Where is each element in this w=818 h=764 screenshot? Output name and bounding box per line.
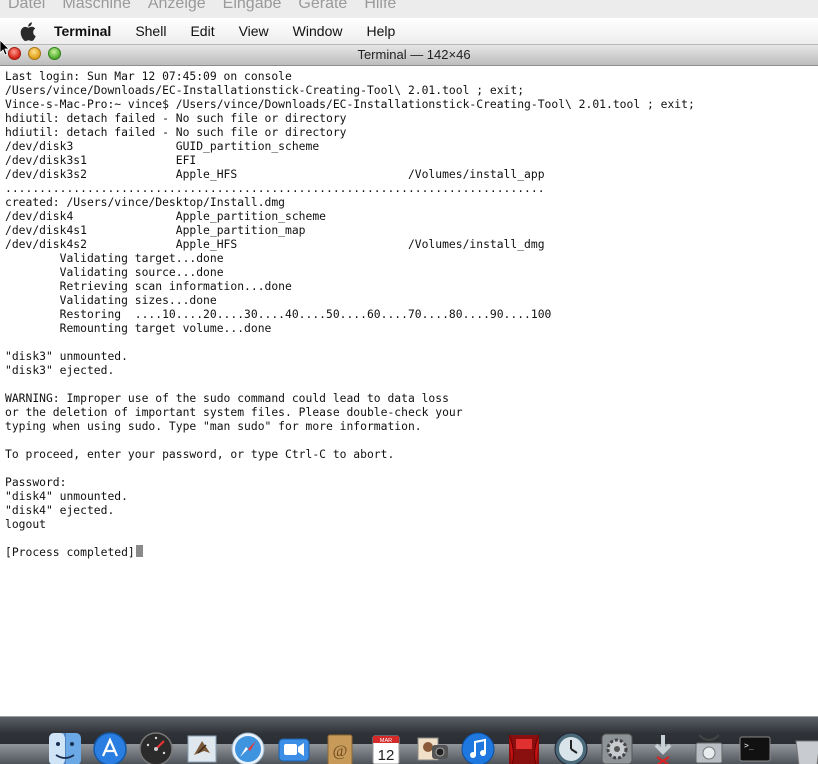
terminal-line: ........................................…: [5, 181, 545, 195]
system-preferences-icon[interactable]: [599, 731, 635, 764]
terminal-line: created: /Users/vince/Desktop/Install.dm…: [5, 195, 286, 209]
terminal-line: WARNING: Improper use of the sudo comman…: [5, 391, 449, 405]
mouse-pointer-icon: [0, 40, 10, 56]
terminal-line: /dev/disk3 GUID_partition_scheme: [5, 139, 320, 153]
menu-edit[interactable]: Edit: [190, 23, 214, 39]
terminal-line: Restoring ....10....20....30....40....50…: [5, 307, 552, 321]
terminal-view[interactable]: Last login: Sun Mar 12 07:45:09 on conso…: [0, 66, 818, 716]
photo-booth-icon[interactable]: [414, 731, 450, 764]
trash-icon[interactable]: [790, 731, 818, 764]
facetime-icon[interactable]: [276, 731, 312, 764]
terminal-line: hdiutil: detach failed - No such file or…: [5, 111, 347, 125]
terminal-line: logout: [5, 517, 46, 531]
host-menu-bar: Datei Maschine Anzeige Eingabe Geräte Hi…: [0, 0, 818, 18]
terminal-line: Retrieving scan information...done: [5, 279, 292, 293]
terminal-line: Validating target...done: [5, 251, 224, 265]
ical-day: 12: [378, 747, 395, 764]
terminal-line: To proceed, enter your password, or type…: [5, 447, 395, 461]
host-menu-hilfe[interactable]: Hilfe: [364, 0, 396, 13]
svg-text:>_: >_: [744, 741, 754, 750]
menu-window[interactable]: Window: [293, 23, 343, 39]
terminal-line: or the deletion of important system file…: [5, 405, 463, 419]
terminal-line: Vince-s-Mac-Pro:~ vince$ /Users/vince/Do…: [5, 97, 695, 111]
menu-bar: Terminal Shell Edit View Window Help: [0, 18, 818, 45]
terminal-line: hdiutil: detach failed - No such file or…: [5, 125, 347, 139]
menu-help[interactable]: Help: [366, 23, 395, 39]
menu-shell[interactable]: Shell: [135, 23, 166, 39]
terminal-line: Validating sizes...done: [5, 293, 217, 307]
svg-text:@: @: [333, 743, 348, 760]
downloads-stack-icon[interactable]: [645, 731, 681, 764]
host-menu-datei[interactable]: Datei: [8, 0, 45, 13]
menu-terminal[interactable]: Terminal: [54, 23, 111, 39]
ical-icon[interactable]: MAR 12: [368, 731, 404, 764]
host-menu-eingabe[interactable]: Eingabe: [223, 0, 282, 13]
mail-icon[interactable]: [184, 731, 220, 764]
apple-menu-icon[interactable]: [18, 21, 38, 41]
terminal-line: "disk3" ejected.: [5, 363, 115, 377]
terminal-output: Last login: Sun Mar 12 07:45:09 on conso…: [0, 66, 818, 559]
disk-utility-icon[interactable]: [691, 731, 727, 764]
safari-icon[interactable]: [230, 731, 266, 764]
text-cursor: [135, 545, 143, 557]
terminal-line: "disk3" unmounted.: [5, 349, 128, 363]
terminal-line: Validating source...done: [5, 265, 224, 279]
terminal-line: /Users/vince/Downloads/EC-Installationst…: [5, 83, 525, 97]
terminal-line: /dev/disk3s1 EFI: [5, 153, 197, 167]
process-completed-text: [Process completed]: [5, 545, 135, 559]
window-title: Terminal — 142×46: [357, 47, 471, 62]
terminal-line: Password:: [5, 475, 67, 489]
app-store-icon[interactable]: [92, 731, 128, 764]
ical-month: MAR: [380, 738, 392, 744]
terminal-line: /dev/disk4s2 Apple_HFS /Volumes/install_…: [5, 237, 545, 251]
terminal-line: "disk4" unmounted.: [5, 489, 128, 503]
terminal-icon[interactable]: >_: [737, 731, 773, 764]
dock: @ MAR 12 >_: [0, 716, 818, 764]
terminal-line: /dev/disk3s2 Apple_HFS /Volumes/install_…: [5, 167, 545, 181]
host-menu-anzeige[interactable]: Anzeige: [148, 0, 206, 13]
terminal-prompt-line: [Process completed]: [5, 545, 818, 559]
address-book-icon[interactable]: @: [322, 731, 358, 764]
terminal-line: Remounting target volume...done: [5, 321, 272, 335]
window-titlebar[interactable]: Terminal — 142×46: [0, 45, 818, 66]
itunes-icon[interactable]: [460, 731, 496, 764]
terminal-line: typing when using sudo. Type "man sudo" …: [5, 419, 422, 433]
dashboard-icon[interactable]: [138, 731, 174, 764]
finder-icon[interactable]: [47, 731, 83, 764]
host-menu-maschine[interactable]: Maschine: [62, 0, 130, 13]
time-machine-icon[interactable]: [553, 731, 589, 764]
host-menu-geraete[interactable]: Geräte: [298, 0, 347, 13]
front-row-icon[interactable]: [506, 731, 542, 764]
menu-view[interactable]: View: [239, 23, 269, 39]
terminal-line: /dev/disk4s1 Apple_partition_map: [5, 223, 306, 237]
terminal-line: "disk4" ejected.: [5, 503, 115, 517]
terminal-line: Last login: Sun Mar 12 07:45:09 on conso…: [5, 69, 292, 83]
terminal-line: /dev/disk4 Apple_partition_scheme: [5, 209, 326, 223]
